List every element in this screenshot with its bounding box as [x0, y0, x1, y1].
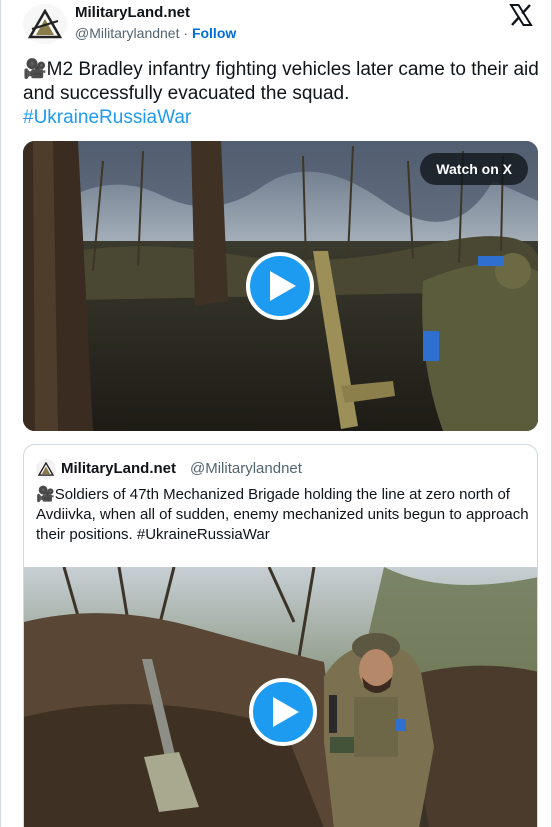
- quoted-play-button[interactable]: [249, 678, 317, 746]
- tweet-embed-card: MilitaryLand.net @Militarylandnet · Foll…: [0, 0, 552, 827]
- quoted-author-handle: @Militarylandnet: [190, 460, 302, 477]
- play-icon: [272, 697, 299, 727]
- tweet-body: M2 Bradley infantry fighting vehicles la…: [23, 59, 539, 104]
- quoted-author-avatar: [36, 459, 56, 479]
- tweet-header: MilitaryLand.net @Militarylandnet · Foll…: [23, 4, 533, 46]
- follow-button[interactable]: Follow: [192, 25, 236, 41]
- author-name[interactable]: MilitaryLand.net: [75, 4, 190, 21]
- quoted-tweet[interactable]: MilitaryLand.net @Militarylandnet 🎥Soldi…: [23, 444, 538, 827]
- quoted-tweet-video[interactable]: [24, 567, 537, 827]
- quoted-author-name: MilitaryLand.net: [61, 460, 177, 477]
- play-button[interactable]: [246, 252, 314, 320]
- video-camera-emoji: 🎥: [36, 486, 55, 503]
- x-logo-icon[interactable]: [509, 4, 533, 26]
- quoted-tweet-text: 🎥Soldiers of 47th Mechanized Brigade hol…: [36, 485, 531, 545]
- tweet-hashtag-link[interactable]: #UkraineRussiaWar: [23, 107, 191, 128]
- quoted-tweet-body: Soldiers of 47th Mechanized Brigade hold…: [36, 486, 529, 543]
- handle-separator: ·: [179, 25, 192, 41]
- watch-on-x-button[interactable]: Watch on X: [420, 153, 528, 185]
- play-icon: [269, 271, 296, 301]
- author-handle-line: @Militarylandnet · Follow: [75, 25, 236, 41]
- author-avatar[interactable]: [23, 4, 67, 44]
- author-handle[interactable]: @Militarylandnet: [75, 25, 179, 41]
- video-camera-emoji: 🎥: [23, 59, 47, 80]
- militaryland-logo: [38, 462, 54, 476]
- militaryland-logo: [28, 9, 62, 39]
- tweet-video[interactable]: Watch on X: [23, 141, 538, 431]
- tweet-text: 🎥M2 Bradley infantry fighting vehicles l…: [23, 58, 543, 130]
